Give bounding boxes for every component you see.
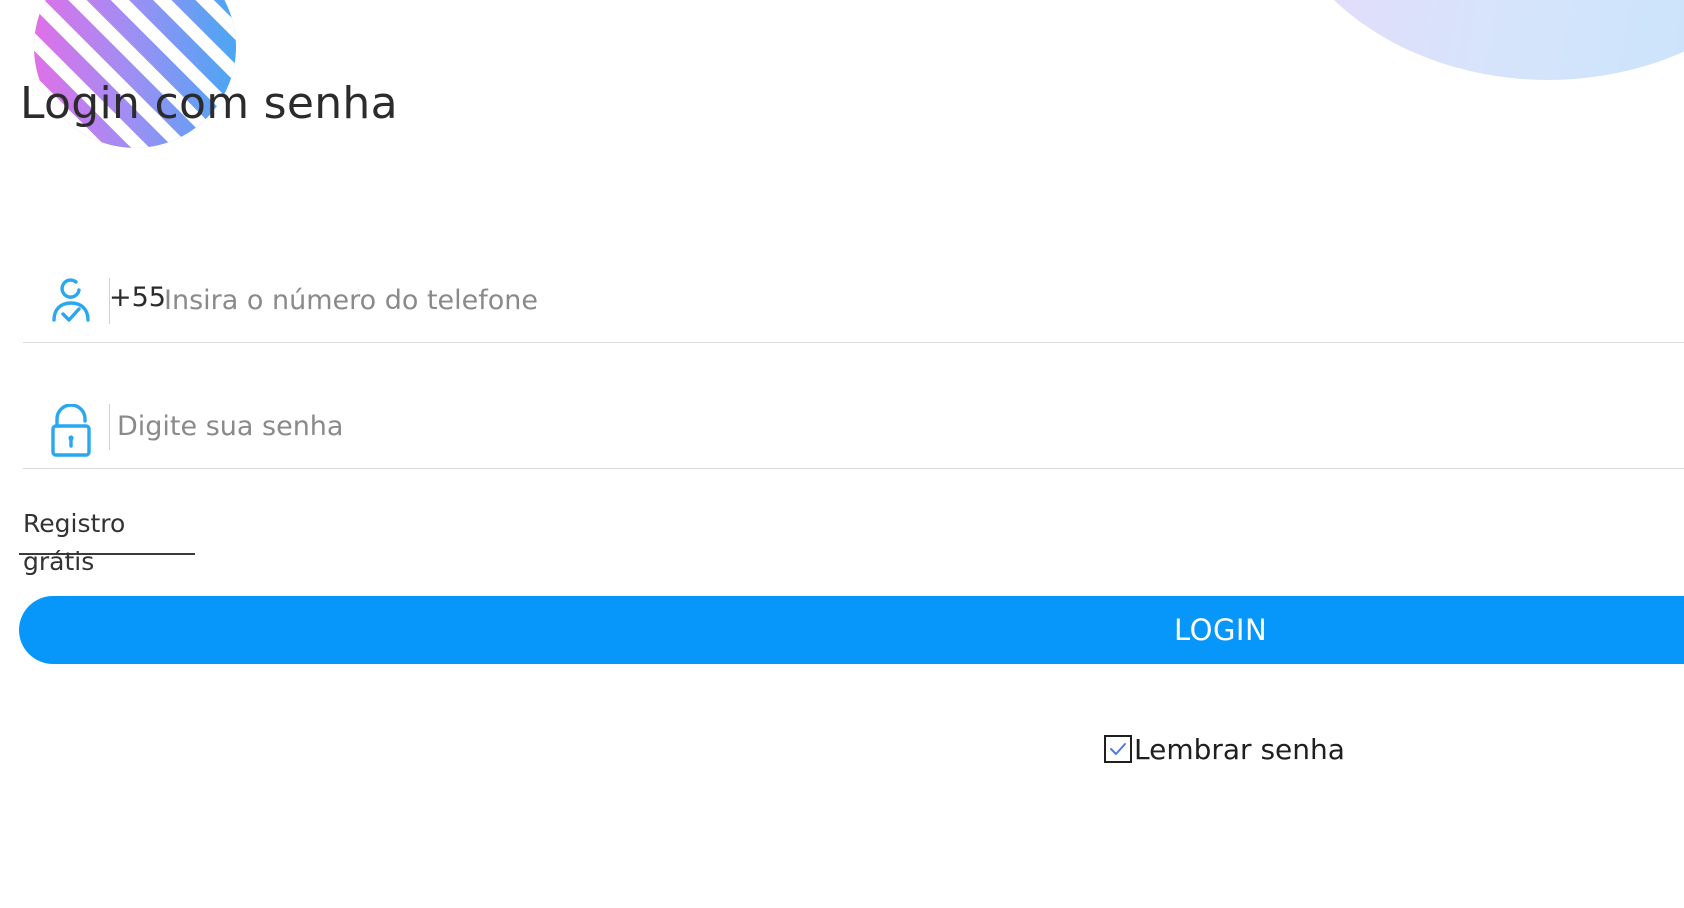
password-input[interactable] — [117, 406, 1517, 446]
page-title: Login com senha — [20, 78, 398, 129]
login-page: Login com senha +55 Registro grátis LOGI… — [0, 0, 1684, 908]
country-code[interactable]: +55 — [109, 282, 166, 313]
remember-password-toggle[interactable]: Lembrar senha — [1104, 732, 1345, 766]
login-button[interactable]: LOGIN — [19, 596, 1684, 664]
checkmark-icon — [1110, 743, 1126, 755]
user-check-icon — [52, 278, 90, 322]
decorative-striped-circle — [34, 0, 236, 148]
password-field-row — [23, 358, 1684, 469]
phone-input[interactable] — [164, 280, 1564, 320]
unlock-icon — [51, 404, 91, 457]
field-divider — [109, 404, 110, 450]
register-link[interactable]: Registro grátis — [19, 505, 195, 576]
phone-field-row: +55 — [23, 232, 1684, 343]
remember-checkbox[interactable] — [1104, 735, 1132, 763]
decorative-gradient-blob — [1268, 0, 1684, 80]
login-button-label: LOGIN — [1174, 613, 1268, 647]
remember-label: Lembrar senha — [1134, 732, 1345, 766]
